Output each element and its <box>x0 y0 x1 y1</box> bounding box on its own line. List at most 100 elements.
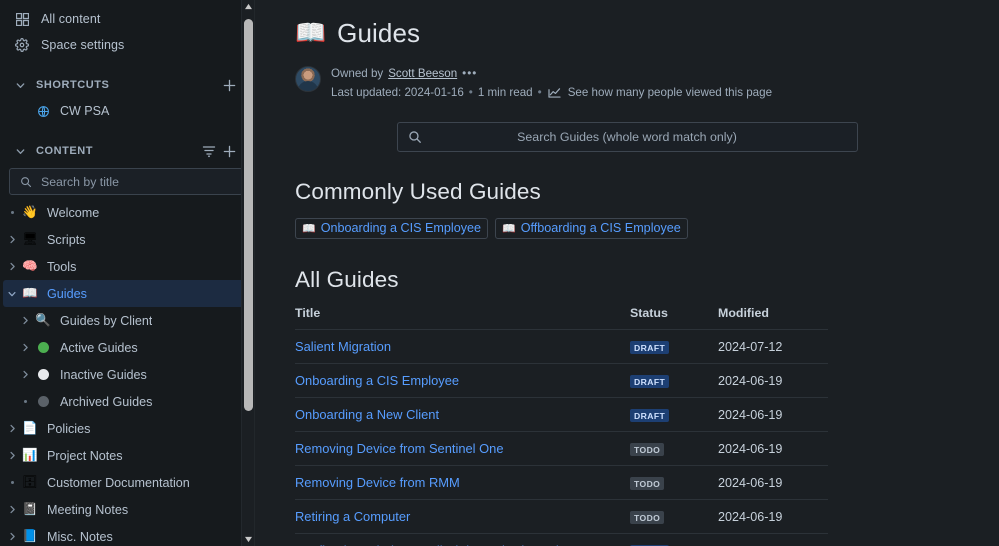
byline-meta-line: Last updated: 2024-01-16 • 1 min read • … <box>331 84 772 100</box>
bar-chart-emoji-icon: 📊 <box>22 448 38 463</box>
sidebar-item-space-settings[interactable]: Space settings <box>4 32 247 58</box>
app-window: All content Space settings SHORTCUTS CW … <box>0 0 999 546</box>
chip-offboarding-cis-employee[interactable]: 📖 Offboarding a CIS Employee <box>495 218 688 239</box>
modified-date: 2024-07-12 <box>718 340 783 354</box>
book-emoji-icon-chip-1: 📖 <box>302 222 316 235</box>
owned-by-label: Owned by <box>331 67 384 80</box>
chevron-right-icon-tools[interactable] <box>3 262 21 271</box>
search-icon-sidebar <box>18 174 34 190</box>
table-row[interactable]: Configuring Windows Hello (Biometric sig… <box>295 533 828 546</box>
avatar[interactable] <box>295 66 321 92</box>
table-row[interactable]: Removing Device from Sentinel One TODO 2… <box>295 431 828 466</box>
status-badge: TODO <box>630 443 665 456</box>
chevron-down-icon-content[interactable] <box>10 141 30 161</box>
column-header-title[interactable]: Title <box>295 306 630 330</box>
read-time-label: 1 min read <box>477 85 533 99</box>
tree-item-customer-documentation[interactable]: 🗄 Customer Documentation <box>3 469 248 496</box>
book-emoji-icon-page[interactable]: 📖 <box>295 21 326 46</box>
sidebar-search-input[interactable]: Search by title <box>9 168 243 195</box>
chevron-right-icon-inactive-guides[interactable] <box>16 370 34 379</box>
guide-link[interactable]: Salient Migration <box>295 339 391 354</box>
chevron-right-icon-guides-by-client[interactable] <box>16 316 34 325</box>
meta-separator-2: • <box>537 85 542 99</box>
sidebar-search-placeholder: Search by title <box>41 174 119 189</box>
dot-marker-icon <box>3 211 21 214</box>
guide-link[interactable]: Retiring a Computer <box>295 509 410 524</box>
tree-item-meeting-notes[interactable]: 📓 Meeting Notes <box>3 496 248 523</box>
sidebar-scrollbar[interactable] <box>241 0 254 546</box>
tree-item-project-notes[interactable]: 📊 Project Notes <box>3 442 248 469</box>
guide-link[interactable]: Onboarding a CIS Employee <box>295 373 459 388</box>
search-icon <box>408 130 422 144</box>
page-views-link[interactable]: See how many people viewed this page <box>547 84 772 100</box>
page-title: Guides <box>337 18 421 48</box>
analytics-chart-icon <box>547 84 563 100</box>
tree-item-scripts[interactable]: 🖥 Scripts <box>3 226 248 253</box>
tree-item-guides-by-client[interactable]: 🔍 Guides by Client <box>3 307 248 334</box>
chevron-right-icon-active-guides[interactable] <box>16 343 34 352</box>
cell-status: TODO <box>630 499 718 534</box>
table-row[interactable]: Onboarding a New Client DRAFT 2024-06-19 <box>295 397 828 432</box>
tree-item-guides-by-client-label: Guides by Client <box>60 313 153 328</box>
column-header-status[interactable]: Status <box>630 306 718 330</box>
chip-onboarding-cis-employee-label: Onboarding a CIS Employee <box>320 221 482 235</box>
column-header-modified[interactable]: Modified <box>718 306 828 330</box>
chevron-down-icon-guides[interactable] <box>3 289 21 299</box>
guides-search-wrap: Search Guides (whole word match only) <box>295 122 959 152</box>
chip-offboarding-cis-employee-label: Offboarding a CIS Employee <box>520 221 681 235</box>
add-content-icon[interactable] <box>219 141 239 161</box>
byline-text: Owned by Scott Beeson ••• Last updated: … <box>331 66 772 100</box>
guide-link[interactable]: Onboarding a New Client <box>295 407 439 422</box>
chevron-right-icon-scripts[interactable] <box>3 235 21 244</box>
tree-item-welcome[interactable]: 👋 Welcome <box>3 199 248 226</box>
cell-modified: 2024-06-19 <box>718 465 828 500</box>
guide-link[interactable]: Removing Device from RMM <box>295 475 460 490</box>
book-emoji-icon-guides: 📖 <box>22 286 38 301</box>
cell-status: DRAFT <box>630 397 718 432</box>
status-badge: DRAFT <box>630 341 670 354</box>
tree-item-archived-guides[interactable]: Archived Guides <box>3 388 248 415</box>
table-row[interactable]: Removing Device from RMM TODO 2024-06-19 <box>295 465 828 500</box>
gear-icon <box>14 37 30 53</box>
wave-emoji-icon: 👋 <box>22 205 38 220</box>
content-section-header: CONTENT <box>4 138 247 164</box>
tree-item-tools[interactable]: 🧠 Tools <box>3 253 248 280</box>
tree-item-misc-notes[interactable]: 📘 Misc. Notes <box>3 523 248 546</box>
table-row[interactable]: Salient Migration DRAFT 2024-07-12 <box>295 329 828 364</box>
tree-item-inactive-guides[interactable]: Inactive Guides <box>3 361 248 388</box>
chevron-right-icon-project-notes[interactable] <box>3 451 21 460</box>
chip-onboarding-cis-employee[interactable]: 📖 Onboarding a CIS Employee <box>295 218 489 239</box>
table-header-row: Title Status Modified <box>295 306 828 330</box>
guides-search-input[interactable]: Search Guides (whole word match only) <box>396 122 858 152</box>
sidebar-item-all-content[interactable]: All content <box>4 6 247 32</box>
guide-link[interactable]: Removing Device from Sentinel One <box>295 441 504 456</box>
cell-title: Removing Device from Sentinel One <box>295 431 630 466</box>
tree-item-policies[interactable]: 📄 Policies <box>3 415 248 442</box>
scroll-up-arrow-icon[interactable] <box>242 0 254 13</box>
scroll-down-arrow-icon[interactable] <box>242 533 254 546</box>
chevron-right-icon-policies[interactable] <box>3 424 21 433</box>
tree-item-guides[interactable]: 📖 Guides <box>3 280 248 307</box>
table-row[interactable]: Onboarding a CIS Employee DRAFT 2024-06-… <box>295 363 828 398</box>
shortcut-item-cw-psa[interactable]: CW PSA <box>4 98 247 124</box>
sidebar-scrollbar-thumb[interactable] <box>244 19 253 411</box>
tree-item-active-guides[interactable]: Active Guides <box>3 334 248 361</box>
modified-date: 2024-06-19 <box>718 408 783 422</box>
all-guides-table-body: Salient Migration DRAFT 2024-07-12 Onboa… <box>295 329 828 546</box>
more-actions-icon[interactable]: ••• <box>462 67 477 80</box>
dot-marker-icon-archived <box>16 400 34 403</box>
chevron-right-icon-misc-notes[interactable] <box>3 532 21 541</box>
table-row[interactable]: Retiring a Computer TODO 2024-06-19 <box>295 499 828 534</box>
modified-date: 2024-06-19 <box>718 442 783 456</box>
cell-status: TODO <box>630 465 718 500</box>
chevron-down-icon-shortcuts[interactable] <box>10 75 30 95</box>
add-shortcut-icon[interactable] <box>219 75 239 95</box>
status-badge: DRAFT <box>630 375 670 388</box>
owner-link[interactable]: Scott Beeson <box>388 67 457 80</box>
filter-icon[interactable] <box>199 141 219 161</box>
status-badge: TODO <box>630 477 665 490</box>
notebook-emoji-icon: 📓 <box>22 502 38 517</box>
chevron-right-icon-meeting-notes[interactable] <box>3 505 21 514</box>
sidebar-content: All content Space settings SHORTCUTS CW … <box>0 0 251 546</box>
